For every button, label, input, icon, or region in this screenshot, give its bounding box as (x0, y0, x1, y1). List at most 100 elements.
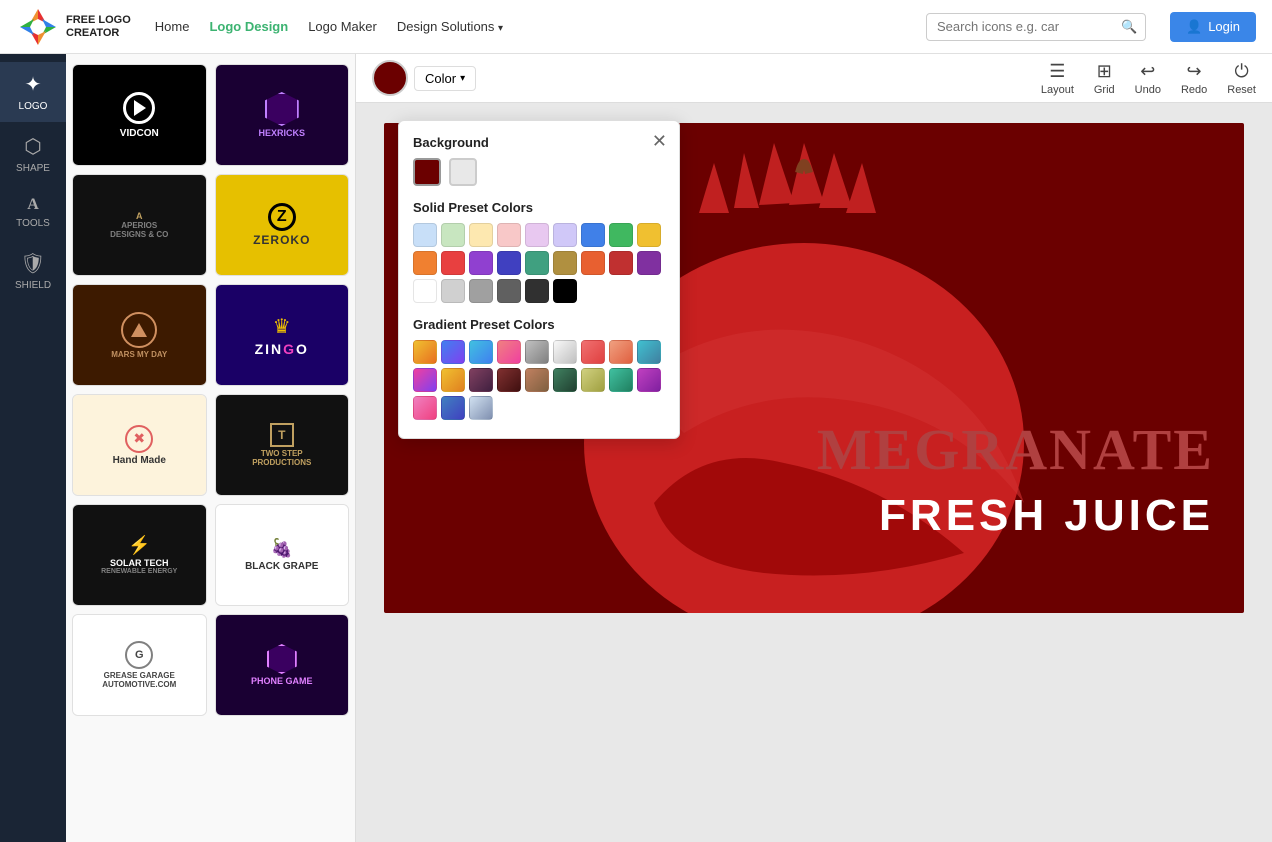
grid-icon: ⊞ (1097, 61, 1112, 82)
redo-button[interactable]: ↪ Redo (1181, 61, 1207, 96)
color-swatch-button[interactable] (372, 60, 408, 96)
solid-colors-title: Solid Preset Colors (413, 200, 665, 215)
template-vidcon[interactable]: VIDCON (72, 64, 207, 166)
gradient-color-dot[interactable] (637, 340, 661, 364)
gradient-color-dot[interactable] (441, 340, 465, 364)
nav-home[interactable]: Home (155, 19, 190, 34)
gradient-color-dot[interactable] (609, 368, 633, 392)
solid-color-dot[interactable] (525, 251, 549, 275)
gradient-color-dot[interactable] (525, 368, 549, 392)
reset-button[interactable]: ⏻ Reset (1227, 61, 1256, 96)
template-grease[interactable]: G GREASE GARAGEAUTOMOTIVE.COM (72, 614, 207, 716)
solid-color-dot[interactable] (553, 223, 577, 247)
template-mars[interactable]: MARS MY DAY (72, 284, 207, 386)
nav-design-solutions[interactable]: Design Solutions ▾ (397, 19, 503, 34)
bg-swatch-light[interactable] (449, 158, 477, 186)
solid-color-dot[interactable] (525, 223, 549, 247)
nav-logo-maker[interactable]: Logo Maker (308, 19, 377, 34)
solid-color-dot[interactable] (441, 223, 465, 247)
search-icon: 🔍 (1121, 19, 1137, 35)
solid-color-dot[interactable] (637, 251, 661, 275)
gradient-color-dot[interactable] (581, 340, 605, 364)
undo-button[interactable]: ↩ Undo (1135, 61, 1161, 96)
tools-icon: A (27, 196, 39, 214)
nav-links: Home Logo Design Logo Maker Design Solut… (155, 19, 902, 34)
template-hexricks[interactable]: HEXRICKS (215, 64, 350, 166)
gradient-color-grid (413, 340, 665, 420)
sidebar-item-shield[interactable]: 🛡 SHIELD (0, 241, 66, 301)
toolbar-actions: ☰ Layout ⊞ Grid ↩ Undo ↪ Redo ⏻ Reset (1041, 61, 1256, 96)
solid-color-dot[interactable] (441, 251, 465, 275)
template-twostep[interactable]: T TWO STEPPRODUCTIONS (215, 394, 350, 496)
templates-grid: VIDCON HEXRICKS A APERIOSDESIGNS & (72, 64, 349, 716)
gradient-color-dot[interactable] (637, 368, 661, 392)
solid-color-dot[interactable] (497, 223, 521, 247)
gradient-color-dot[interactable] (441, 396, 465, 420)
gradient-color-dot[interactable] (441, 368, 465, 392)
solid-color-dot[interactable] (497, 279, 521, 303)
popup-close-button[interactable]: ✕ (652, 131, 667, 152)
template-solartech[interactable]: ⚡ SOLAR TECH RENEWABLE ENERGY (72, 504, 207, 606)
layout-button[interactable]: ☰ Layout (1041, 61, 1074, 96)
gradient-color-dot[interactable] (413, 340, 437, 364)
gradient-color-dot[interactable] (581, 368, 605, 392)
template-aperios[interactable]: A APERIOSDESIGNS & CO (72, 174, 207, 276)
shape-icon: ⬡ (24, 134, 41, 159)
grid-button[interactable]: ⊞ Grid (1094, 61, 1115, 96)
canvas-toolbar: Color ▾ ☰ Layout ⊞ Grid ↩ Undo ↪ (356, 54, 1272, 103)
brand-logo[interactable]: FREE LOGO CREATOR (16, 5, 131, 49)
gradient-color-dot[interactable] (553, 368, 577, 392)
solid-color-dot[interactable] (581, 223, 605, 247)
gradient-color-dot[interactable] (497, 340, 521, 364)
sidebar-label-shape: SHAPE (16, 163, 50, 174)
solid-color-dot[interactable] (553, 279, 577, 303)
solid-color-dot[interactable] (497, 251, 521, 275)
gradient-color-dot[interactable] (609, 340, 633, 364)
solid-color-dot[interactable] (413, 279, 437, 303)
nav-logo-design[interactable]: Logo Design (209, 19, 288, 34)
sidebar-item-logo[interactable]: ✦ LOGO (0, 62, 66, 122)
solid-color-dot[interactable] (581, 251, 605, 275)
color-label-button[interactable]: Color ▾ (414, 66, 476, 91)
template-blackgrape[interactable]: 🍇 BLACK GRAPE (215, 504, 350, 606)
sidebar-item-shape[interactable]: ⬡ SHAPE (0, 124, 66, 184)
solid-color-dot[interactable] (441, 279, 465, 303)
undo-label: Undo (1135, 84, 1161, 96)
gradient-color-dot[interactable] (497, 368, 521, 392)
canvas-title-main: MEGRANATE (817, 416, 1214, 483)
canvas-title-sub: FRESH JUICE (879, 491, 1214, 541)
redo-icon: ↪ (1187, 61, 1202, 82)
solid-color-dot[interactable] (553, 251, 577, 275)
gradient-color-dot[interactable] (413, 368, 437, 392)
gradient-color-dot[interactable] (469, 396, 493, 420)
logo-icon-sidebar: ✦ (25, 72, 42, 97)
gradient-color-dot[interactable] (469, 368, 493, 392)
sidebar-item-tools[interactable]: A TOOLS (0, 186, 66, 239)
gradient-color-dot[interactable] (413, 396, 437, 420)
solid-color-dot[interactable] (413, 223, 437, 247)
search-bar[interactable]: 🔍 (926, 13, 1146, 41)
redo-label: Redo (1181, 84, 1207, 96)
solid-color-dot[interactable] (469, 251, 493, 275)
top-navigation: FREE LOGO CREATOR Home Logo Design Logo … (0, 0, 1272, 54)
solid-color-dot[interactable] (637, 223, 661, 247)
template-phonegame[interactable]: PHONE GAME (215, 614, 350, 716)
grid-label: Grid (1094, 84, 1115, 96)
template-zingo[interactable]: ♛ ZINGO (215, 284, 350, 386)
gradient-color-dot[interactable] (469, 340, 493, 364)
search-input[interactable] (937, 19, 1113, 34)
solid-color-dot[interactable] (469, 223, 493, 247)
solid-color-dot[interactable] (609, 223, 633, 247)
bg-swatch-dark[interactable] (413, 158, 441, 186)
solid-color-dot[interactable] (469, 279, 493, 303)
login-button[interactable]: 👤 Login (1170, 12, 1256, 42)
template-zeroko[interactable]: Z ZEROKO (215, 174, 350, 276)
user-icon: 👤 (1186, 19, 1202, 35)
solid-color-dot[interactable] (609, 251, 633, 275)
template-handmade[interactable]: ✖ Hand Made (72, 394, 207, 496)
solid-color-dot[interactable] (413, 251, 437, 275)
solid-color-dot[interactable] (525, 279, 549, 303)
gradient-color-dot[interactable] (525, 340, 549, 364)
gradient-color-dot[interactable] (553, 340, 577, 364)
layout-label: Layout (1041, 84, 1074, 96)
